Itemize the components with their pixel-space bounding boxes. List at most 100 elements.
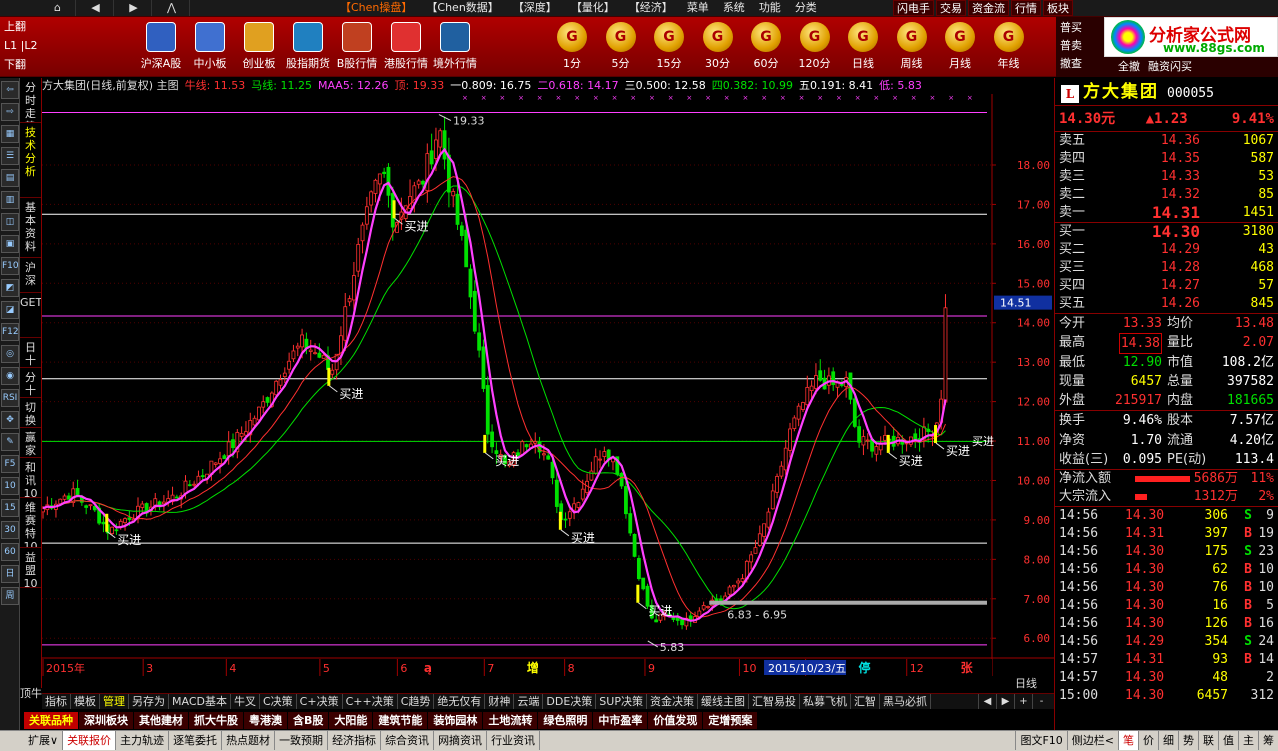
top-right-button-4[interactable]: 板块 — [1043, 0, 1073, 16]
top-right-button-1[interactable]: 交易 — [936, 0, 966, 16]
left-tool-icon-16[interactable]: ✎ — [1, 433, 19, 451]
indicator-tab-9[interactable]: C趋势 — [398, 694, 435, 709]
left-tool-icon-20[interactable]: 30 — [1, 521, 19, 539]
quote-view-tab-5[interactable]: 势 — [1178, 731, 1198, 750]
indicator-tab-6[interactable]: C决策 — [260, 694, 297, 709]
quote-view-tab-1[interactable]: 侧边栏< — [1066, 731, 1118, 750]
quote-view-tab-2[interactable]: 笔 — [1118, 731, 1138, 750]
left-tool-icon-14[interactable]: RSI — [1, 389, 19, 407]
period-4[interactable]: G 60分 — [744, 17, 788, 77]
status-tab-2[interactable]: 主力轨迹 — [116, 731, 170, 750]
status-tab-5[interactable]: 一致预期 — [275, 731, 329, 750]
status-tab-4[interactable]: 热点题材 — [222, 731, 276, 750]
sector-tab-5[interactable]: 含B股 — [288, 712, 329, 729]
left-tool-icon-22[interactable]: 日 — [1, 565, 19, 583]
indicator-tab-17[interactable]: 汇智易投 — [749, 694, 800, 709]
period-0[interactable]: G 1分 — [550, 17, 594, 77]
status-tab-6[interactable]: 经济指标 — [328, 731, 382, 750]
period-8[interactable]: G 月线 — [938, 17, 982, 77]
sector-tab-0[interactable]: 关联品种 — [24, 712, 78, 729]
indicator-tab-10[interactable]: 绝无仅有 — [434, 694, 486, 709]
left-tool-icon-11[interactable]: F12 — [1, 323, 19, 341]
sector-tab-9[interactable]: 土地流转 — [483, 712, 538, 729]
toolbar-0[interactable]: 沪深A股 — [137, 17, 185, 77]
toolbar-1[interactable]: 中小板 — [186, 17, 234, 77]
menu-item-6[interactable]: 系统 — [723, 0, 745, 16]
left-tool-icon-21[interactable]: 60 — [1, 543, 19, 561]
left-tab-7[interactable]: 切换 — [20, 398, 41, 428]
indicator-tab-0[interactable]: 指标 — [42, 694, 71, 709]
status-tab-8[interactable]: 网摘资讯 — [434, 731, 488, 750]
indicator-tab-18[interactable]: 私募飞机 — [800, 694, 851, 709]
timeframe-label[interactable]: 日线 — [1015, 676, 1054, 692]
quote-view-tab-0[interactable]: 图文F10 — [1015, 731, 1066, 750]
indicator-tab-4[interactable]: MACD基本 — [169, 694, 231, 709]
toolbar-3[interactable]: 股指期货 — [284, 17, 332, 77]
left-tab-4[interactable]: GET — [20, 293, 41, 338]
left-tool-icon-17[interactable]: F5 — [1, 455, 19, 473]
left-tool-icon-1[interactable]: ⇨ — [1, 103, 19, 121]
menu-item-7[interactable]: 功能 — [759, 0, 781, 16]
kline-chart[interactable]: 6.00 7.00 8.00 9.00 10.00 11.00 12.00 13.00 14.0… — [42, 94, 1054, 676]
left-tab-11[interactable]: 益盟10 — [20, 548, 41, 588]
trade-button-bottom-0[interactable]: 全撤 — [1118, 57, 1140, 77]
menu-item-5[interactable]: 菜单 — [687, 0, 709, 16]
sector-tab-10[interactable]: 绿色照明 — [538, 712, 593, 729]
left-tool-icon-5[interactable]: ▥ — [1, 191, 19, 209]
left-tab-10[interactable]: 维赛特10 — [20, 498, 41, 548]
sector-tab-11[interactable]: 中市盈率 — [593, 712, 648, 729]
indicator-tab-1[interactable]: 模板 — [71, 694, 100, 709]
trade-button-1[interactable]: 普卖 — [1056, 37, 1110, 55]
toolbar-6[interactable]: 境外行情 — [431, 17, 479, 77]
indicator-tab-13[interactable]: DDE决策 — [543, 694, 597, 709]
forward-icon[interactable]: ▶ — [116, 0, 152, 16]
quote-view-tab-3[interactable]: 价 — [1138, 731, 1158, 750]
toolbar-4[interactable]: B股行情 — [333, 17, 381, 77]
indicator-tab-12[interactable]: 云端 — [514, 694, 544, 709]
indicator-tab-7[interactable]: C+决策 — [297, 694, 343, 709]
menu-item-4[interactable]: 【经济】 — [629, 0, 673, 16]
indicator-tab-20[interactable]: 黑马必抓 — [880, 694, 931, 709]
left-tool-icon-19[interactable]: 15 — [1, 499, 19, 517]
sector-tab-12[interactable]: 价值发现 — [648, 712, 703, 729]
sector-tab-6[interactable]: 大阳能 — [329, 712, 373, 729]
left-tool-icon-8[interactable]: F10 — [1, 257, 19, 275]
menu-item-8[interactable]: 分类 — [795, 0, 817, 16]
quote-view-tab-7[interactable]: 值 — [1218, 731, 1238, 750]
menu-item-0[interactable]: 【Chen操盘】 — [340, 0, 412, 16]
quote-view-tab-4[interactable]: 细 — [1158, 731, 1178, 750]
back-icon[interactable]: ◀ — [78, 0, 114, 16]
status-tab-7[interactable]: 综合资讯 — [381, 731, 435, 750]
left-tool-icon-0[interactable]: ⇦ — [1, 81, 19, 99]
level-switch[interactable]: L1 |L2 — [0, 36, 76, 55]
indicator-tab-2[interactable]: 管理 — [100, 694, 129, 709]
left-tab-5[interactable]: 日十 — [20, 338, 41, 368]
sector-tab-4[interactable]: 粤港澳 — [244, 712, 287, 729]
status-tab-1[interactable]: 关联报价 — [63, 731, 117, 750]
left-tab-9[interactable]: 和讯10 — [20, 458, 41, 498]
left-tool-icon-6[interactable]: ◫ — [1, 213, 19, 231]
top-right-button-0[interactable]: 闪电手 — [893, 0, 934, 16]
sector-tab-13[interactable]: 定增预案 — [703, 712, 758, 729]
sector-tab-8[interactable]: 装饰园林 — [428, 712, 483, 729]
sector-tab-2[interactable]: 其他建材 — [134, 712, 188, 729]
page-down-button[interactable]: 下翻 — [0, 55, 76, 74]
left-tool-icon-10[interactable]: ◪ — [1, 301, 19, 319]
sector-tab-3[interactable]: 抓大牛股 — [189, 712, 243, 729]
chart-nav-2[interactable]: + — [1014, 694, 1032, 709]
period-1[interactable]: G 5分 — [599, 17, 643, 77]
chart-nav-0[interactable]: ◀ — [978, 694, 996, 709]
indicator-tab-11[interactable]: 财神 — [485, 694, 515, 709]
left-tab-1[interactable]: 技术分析 — [20, 123, 41, 198]
indicator-tab-8[interactable]: C++决策 — [343, 694, 398, 709]
indicator-tab-14[interactable]: SUP决策 — [596, 694, 647, 709]
left-tool-icon-18[interactable]: 10 — [1, 477, 19, 495]
status-tab-9[interactable]: 行业资讯 — [487, 731, 541, 750]
period-6[interactable]: G 日线 — [841, 17, 885, 77]
trade-button-0[interactable]: 普买 — [1056, 19, 1110, 37]
page-up-button[interactable]: 上翻 — [0, 17, 76, 36]
trade-button-bottom-1[interactable]: 融资闪买 — [1148, 57, 1192, 77]
left-tool-icon-23[interactable]: 周 — [1, 587, 19, 605]
menu-item-1[interactable]: 【Chen数据】 — [426, 0, 498, 16]
indicator-tab-16[interactable]: 缓线主图 — [698, 694, 749, 709]
